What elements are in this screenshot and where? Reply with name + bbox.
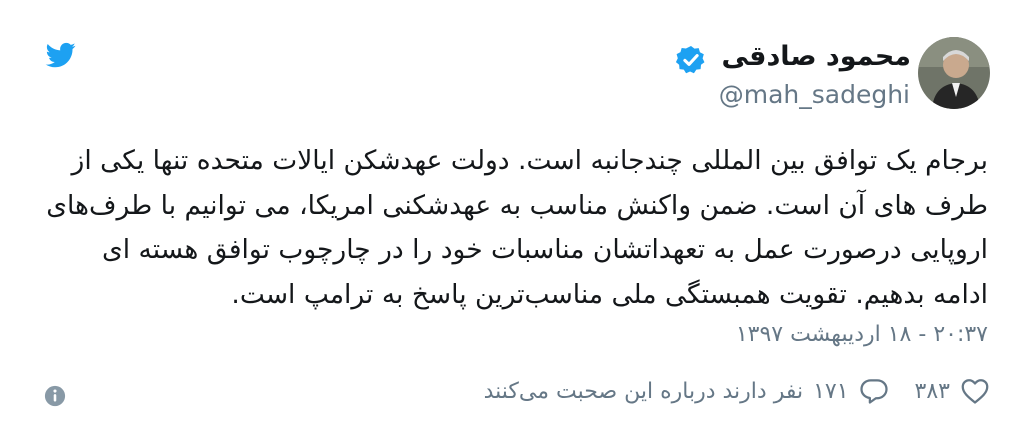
avatar[interactable] bbox=[918, 37, 990, 109]
tweet-text: برجام یک توافق بین المللی چندجانبه است. … bbox=[46, 145, 988, 310]
like-count: ۳۸۳ bbox=[914, 378, 950, 404]
tweet-timestamp[interactable]: ۲۰:۳۷ - ۱۸ اردیبهشت ۱۳۹۷ bbox=[736, 322, 988, 347]
verified-badge-icon bbox=[675, 46, 705, 74]
heart-icon[interactable] bbox=[960, 376, 990, 406]
speech-bubble-icon[interactable] bbox=[859, 376, 889, 406]
user-display-name[interactable]: محمود صادقی bbox=[721, 41, 911, 72]
reply-caption[interactable]: نفر دارند درباره این صحبت می‌کنند bbox=[484, 379, 803, 404]
tweet-action-bar: ۳۸۳ ۱۷۱ نفر دارند درباره این صحبت می‌کنن… bbox=[484, 374, 990, 408]
user-handle[interactable]: @mah_sadeghi bbox=[719, 80, 910, 109]
avatar-photo bbox=[918, 37, 990, 109]
reply-count: ۱۷۱ bbox=[813, 378, 849, 404]
info-icon[interactable] bbox=[44, 385, 66, 407]
twitter-bird-icon[interactable] bbox=[44, 40, 78, 70]
